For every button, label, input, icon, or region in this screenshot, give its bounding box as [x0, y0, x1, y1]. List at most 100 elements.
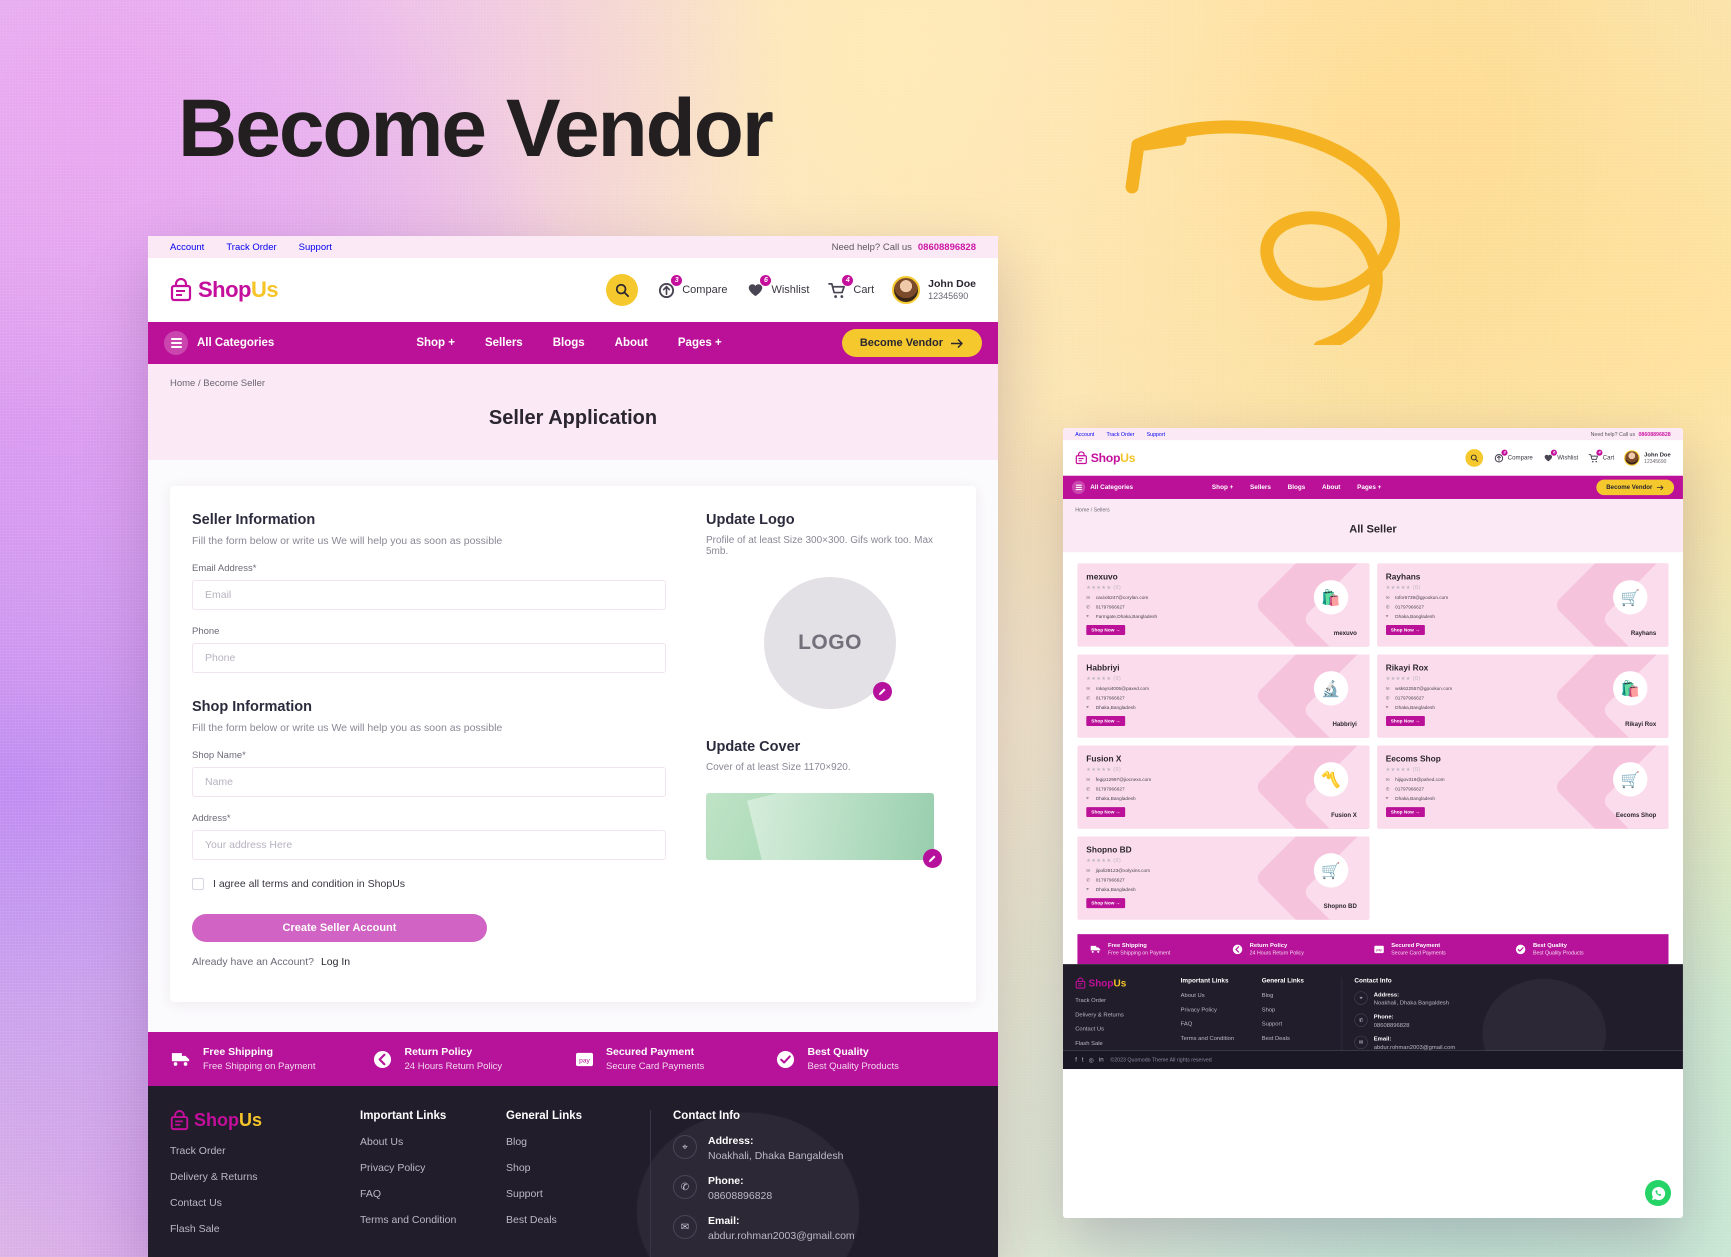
login-link[interactable]: Log In [321, 956, 350, 968]
footer-link-blog[interactable]: Blog [506, 1136, 650, 1148]
footer-link-faq[interactable]: FAQ [360, 1188, 506, 1200]
seller-card[interactable]: Rikayi Rox ★★★★★ (0) ✉ wsk622557@gpookun.co… [1376, 654, 1669, 738]
footer-email-value[interactable]: abdur.rohman2003@gmail.com [708, 1230, 855, 1242]
footer-link-about-us[interactable]: About Us [360, 1136, 506, 1148]
social-links[interactable]: f t ◎ in [1075, 1056, 1103, 1063]
phone-icon: ✆ [1354, 1013, 1368, 1027]
sellers-nav-item-pages[interactable]: Pages + [1357, 484, 1381, 491]
topbar-phone[interactable]: 08608896828 [918, 242, 976, 253]
sellers-logo[interactable]: ShopUs [1075, 451, 1135, 465]
topbar-link-track-order[interactable]: Track Order [226, 242, 276, 253]
sellers-footer-link-flash-sale[interactable]: Flash Sale [1075, 1040, 1180, 1047]
sellers-footer-link-best-deals[interactable]: Best Deals [1262, 1035, 1342, 1042]
seller-card[interactable]: Rayhans ★★★★★ (0) ✉ tofor6739@gpookun.com ✆ 0… [1376, 563, 1669, 647]
footer-link-shop[interactable]: Shop [506, 1162, 650, 1174]
sellers-become-vendor-button[interactable]: Become Vendor [1596, 479, 1675, 496]
sellers-nav-item-shop[interactable]: Shop + [1212, 484, 1233, 491]
sellers-footer-link-shop[interactable]: Shop [1262, 1006, 1342, 1013]
shop-now-button[interactable]: Shop Now → [1086, 716, 1126, 727]
sellers-cart-action[interactable]: 4 Cart [1588, 449, 1614, 463]
all-categories-button[interactable]: All Categories [164, 331, 274, 355]
footer-link-support[interactable]: Support [506, 1188, 650, 1200]
edit-logo-button[interactable] [873, 682, 892, 701]
seller-card[interactable]: Fusion X ★★★★★ (0) ✉ fegip12997@jiocnexs.co… [1077, 745, 1370, 829]
whatsapp-chat-button[interactable] [1645, 1180, 1671, 1206]
terms-checkbox[interactable] [192, 878, 204, 890]
cart-action[interactable]: 4 Cart [827, 275, 874, 299]
sellers-topbar-link-support[interactable]: Support [1147, 431, 1165, 437]
sellers-topbar-link-track-order[interactable]: Track Order [1106, 431, 1134, 437]
sellers-nav-item-about[interactable]: About [1322, 484, 1340, 491]
shop-now-button[interactable]: Shop Now → [1086, 625, 1126, 636]
footer-link-track-order[interactable]: Track Order [170, 1145, 360, 1157]
sellers-footer-contact-column: Contact Info ⌖ Address: Noakhali, Dhaka B… [1341, 977, 1455, 1051]
sellers-footer-link-blog[interactable]: Blog [1262, 992, 1342, 999]
seller-card[interactable]: Eecoms Shop ★★★★★ (0) ✉ hijigov319@pahed.co… [1376, 745, 1669, 829]
topbar-link-account[interactable]: Account [170, 242, 204, 253]
create-seller-account-button[interactable]: Create Seller Account [192, 914, 487, 942]
footer-link-flash-sale[interactable]: Flash Sale [170, 1223, 360, 1235]
edit-cover-button[interactable] [923, 849, 942, 868]
cover-uploader[interactable] [706, 793, 942, 868]
sellers-footer-link-contact-us[interactable]: Contact Us [1075, 1026, 1180, 1033]
shop-now-button[interactable]: Shop Now → [1086, 898, 1126, 909]
nav-item-shop[interactable]: Shop + [416, 337, 455, 349]
sellers-nav-item-blogs[interactable]: Blogs [1288, 484, 1306, 491]
sellers-wishlist-action[interactable]: 6 Wishlist [1543, 449, 1578, 463]
logo-uploader[interactable]: LOGO [764, 577, 896, 709]
seller-card[interactable]: mexuvo ★★★★★ (0) ✉ cacixi5247@corylan.com ✆ 0… [1077, 563, 1370, 647]
sellers-footer-phone-value[interactable]: 08608896828 [1374, 1022, 1410, 1029]
email-input[interactable] [192, 580, 666, 610]
sellers-all-categories-button[interactable]: All Categories [1071, 480, 1133, 495]
shop-now-button[interactable]: Shop Now → [1086, 807, 1126, 818]
facebook-icon[interactable]: f [1075, 1056, 1077, 1063]
sellers-footer-link-faq[interactable]: FAQ [1181, 1021, 1262, 1028]
shop-name-input[interactable] [192, 767, 666, 797]
sellers-footer-link-terms[interactable]: Terms and Condition [1181, 1035, 1262, 1042]
shop-now-button[interactable]: Shop Now → [1385, 625, 1425, 636]
footer-link-contact-us[interactable]: Contact Us [170, 1197, 360, 1209]
sellers-footer-link-privacy-policy[interactable]: Privacy Policy [1181, 1006, 1262, 1013]
sellers-logo-shop: Shop [1090, 450, 1121, 465]
become-vendor-button[interactable]: Become Vendor [841, 329, 982, 357]
nav-item-sellers[interactable]: Sellers [485, 337, 523, 349]
compare-action[interactable]: 3 Compare [656, 275, 727, 299]
nav-item-pages[interactable]: Pages + [678, 337, 722, 349]
sellers-footer-link-about-us[interactable]: About Us [1181, 992, 1262, 999]
sellers-footer-link-track-order[interactable]: Track Order [1075, 997, 1180, 1004]
sellers-user-account[interactable]: John Doe 12345690 [1624, 450, 1671, 466]
wishlist-action[interactable]: 6 Wishlist [745, 275, 809, 299]
linkedin-icon[interactable]: in [1099, 1056, 1104, 1063]
instagram-icon[interactable]: ◎ [1089, 1056, 1094, 1064]
sellers-footer-email-value[interactable]: abdur.rohman2003@gmail.com [1374, 1044, 1455, 1051]
nav-item-blogs[interactable]: Blogs [553, 337, 585, 349]
sellers-topbar-link-account[interactable]: Account [1075, 431, 1094, 437]
sellers-compare-action[interactable]: 3 Compare [1493, 449, 1533, 463]
logo[interactable]: ShopUs [170, 277, 279, 303]
shop-now-button[interactable]: Shop Now → [1385, 716, 1425, 727]
sellers-footer-link-support[interactable]: Support [1262, 1021, 1342, 1028]
sellers-nav-item-sellers[interactable]: Sellers [1250, 484, 1271, 491]
seller-card[interactable]: Shopno BD ★★★★★ (0) ✉ jipoli28123@xolyxins.… [1077, 836, 1370, 920]
footer-link-delivery-returns[interactable]: Delivery & Returns [170, 1171, 360, 1183]
sellers-footer-important-head: Important Links [1180, 977, 1229, 985]
sellers-footer-link-delivery-returns[interactable]: Delivery & Returns [1075, 1011, 1180, 1018]
address-input[interactable] [192, 830, 666, 860]
footer-link-privacy-policy[interactable]: Privacy Policy [360, 1162, 506, 1174]
sellers-search-button[interactable] [1465, 449, 1484, 467]
phone-input[interactable] [192, 643, 666, 673]
shop-now-button[interactable]: Shop Now → [1385, 807, 1425, 818]
search-button[interactable] [606, 274, 639, 306]
seller-card[interactable]: Habbriyi ★★★★★ (0) ✉ rokaysi4005@paxed.com ✆… [1077, 654, 1370, 738]
sellers-topbar-phone[interactable]: 08608896828 [1638, 431, 1670, 437]
sellers-footer-logo[interactable]: ShopUs [1075, 977, 1180, 989]
footer-link-best-deals[interactable]: Best Deals [506, 1214, 650, 1226]
terms-agreement[interactable]: I agree all terms and condition in ShopU… [192, 878, 666, 890]
footer-logo[interactable]: ShopUs [170, 1110, 360, 1131]
footer-phone-value[interactable]: 08608896828 [708, 1190, 772, 1202]
nav-item-about[interactable]: About [615, 337, 648, 349]
twitter-icon[interactable]: t [1082, 1056, 1084, 1063]
footer-link-terms[interactable]: Terms and Condition [360, 1214, 506, 1226]
topbar-link-support[interactable]: Support [299, 242, 332, 253]
user-account[interactable]: John Doe 12345690 [892, 276, 976, 304]
